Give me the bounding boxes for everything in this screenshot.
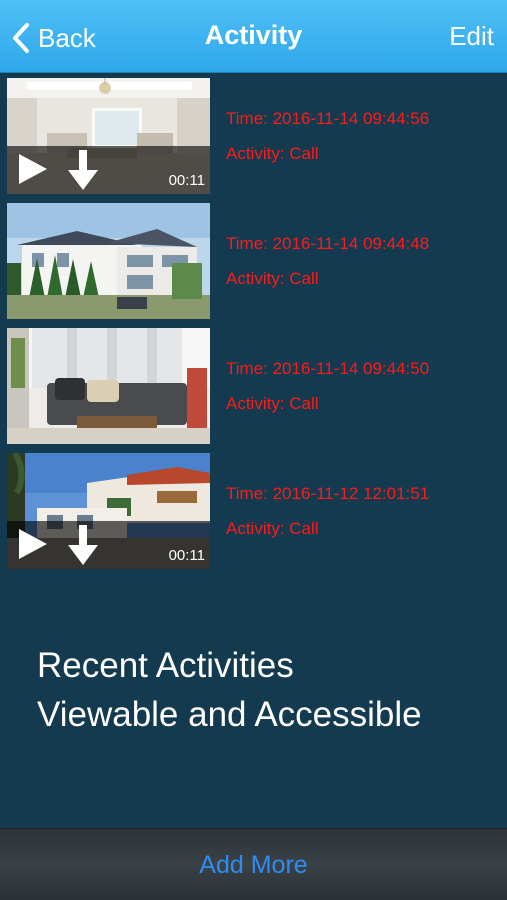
house-image <box>7 203 210 319</box>
download-icon[interactable] <box>67 148 99 192</box>
activity-time: Time: 2016-11-12 12:01:51 <box>226 484 430 503</box>
activity-type: Activity: Call <box>226 394 319 413</box>
activity-info: Time: 2016-11-14 09:44:56 Activity: Call <box>226 109 429 164</box>
play-icon[interactable] <box>17 527 49 561</box>
promo-line-1: Recent Activities <box>37 646 294 685</box>
navigation-bar: Back Activity Edit <box>0 0 507 73</box>
video-duration: 00:11 <box>168 547 205 564</box>
activity-time: Time: 2016-11-14 09:44:50 <box>226 359 430 378</box>
activity-thumbnail[interactable] <box>7 328 210 444</box>
activity-info: Time: 2016-11-14 09:44:50 Activity: Call <box>226 359 429 414</box>
activity-time: Time: 2016-11-14 09:44:48 <box>226 234 430 253</box>
footer-bar: Add More <box>0 828 507 900</box>
activity-thumbnail[interactable]: 00:11 <box>7 78 210 194</box>
activity-row[interactable]: Time: 2016-11-14 09:44:50 Activity: Call <box>0 328 507 453</box>
activity-list: 00:11 Time: 2016-11-14 09:44:56 Activity… <box>0 78 507 578</box>
sofa-room-image <box>7 328 210 444</box>
edit-button[interactable]: Edit <box>449 21 494 52</box>
activity-thumbnail[interactable] <box>7 203 210 319</box>
activity-row[interactable]: 00:11 Time: 2016-11-12 12:01:51 Activity… <box>0 453 507 578</box>
activity-time: Time: 2016-11-14 09:44:56 <box>226 109 430 128</box>
video-duration: 00:11 <box>168 172 205 189</box>
activity-type: Activity: Call <box>226 269 319 288</box>
activity-info: Time: 2016-11-12 12:01:51 Activity: Call <box>226 484 429 539</box>
activity-type: Activity: Call <box>226 144 319 163</box>
play-icon[interactable] <box>17 152 49 186</box>
activity-row[interactable]: 00:11 Time: 2016-11-14 09:44:56 Activity… <box>0 78 507 203</box>
activity-info: Time: 2016-11-14 09:44:48 Activity: Call <box>226 234 429 289</box>
add-more-button[interactable]: Add More <box>0 851 507 880</box>
promo-line-2: Viewable and Accessible <box>37 695 422 734</box>
activity-row[interactable]: Time: 2016-11-14 09:44:48 Activity: Call <box>0 203 507 328</box>
download-icon[interactable] <box>67 523 99 567</box>
page-title: Activity <box>204 20 303 50</box>
promo-text: Recent Activities Viewable and Accessibl… <box>37 641 422 739</box>
activity-thumbnail[interactable]: 00:11 <box>7 453 210 569</box>
activity-type: Activity: Call <box>226 519 319 538</box>
